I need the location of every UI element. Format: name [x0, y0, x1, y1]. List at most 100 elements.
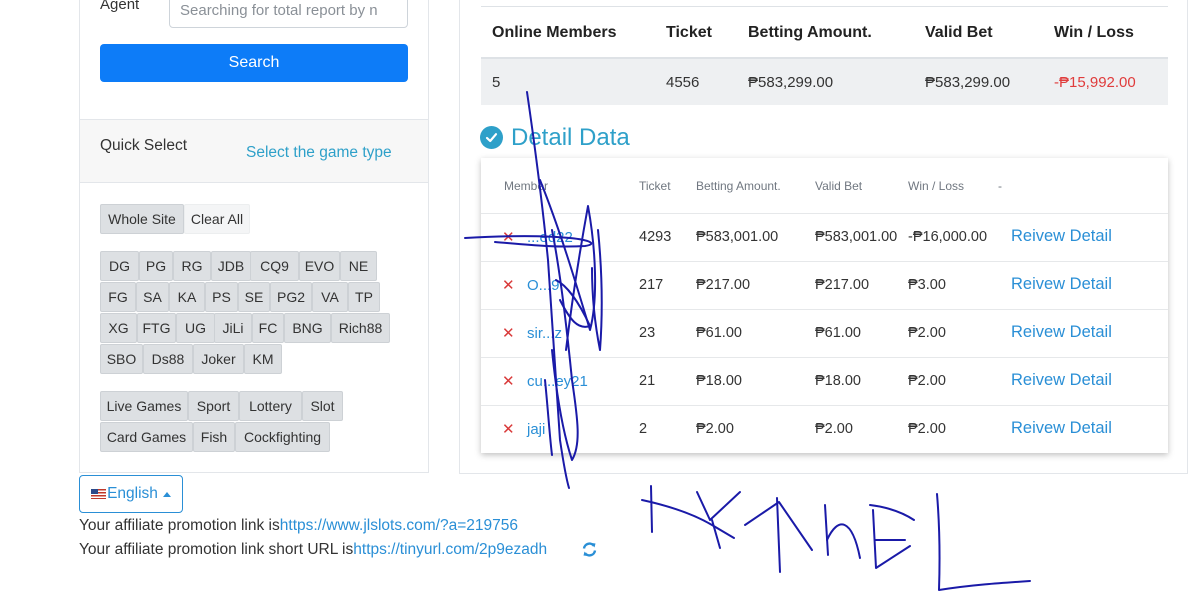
provider-button-sbo[interactable]: SBO	[100, 344, 143, 374]
detail-member-link[interactable]: O...9	[527, 277, 560, 294]
detail-valid-bet: ₱217.00	[815, 277, 870, 293]
provider-button-tp[interactable]: TP	[348, 282, 380, 312]
provider-button-bng[interactable]: BNG	[284, 313, 331, 343]
game-type-button-cockfighting[interactable]: Cockfighting	[235, 422, 330, 452]
detail-member-link[interactable]: ...ed22	[527, 229, 573, 246]
review-detail-link[interactable]: Reivew Detail	[1011, 227, 1112, 246]
summary-top-border	[481, 6, 1168, 7]
provider-button-sa[interactable]: SA	[136, 282, 169, 312]
game-type-button-live-games[interactable]: Live Games	[100, 391, 188, 421]
provider-button-cq9[interactable]: CQ9	[250, 251, 299, 281]
detail-header-ticket: Ticket	[639, 179, 671, 193]
provider-button-rg[interactable]: RG	[173, 251, 211, 281]
review-detail-link[interactable]: Reivew Detail	[1011, 323, 1112, 342]
us-flag-icon	[91, 489, 107, 499]
game-type-button-fish[interactable]: Fish	[193, 422, 235, 452]
game-type-button-lottery[interactable]: Lottery	[239, 391, 302, 421]
summary-header-win-loss: Win / Loss	[1054, 24, 1134, 41]
agent-label: Agent	[100, 0, 140, 13]
delete-icon[interactable]: ✕	[502, 420, 515, 438]
summary-valid-bet: ₱583,299.00	[925, 74, 1011, 91]
summary-ticket: 4556	[666, 74, 700, 91]
provider-button-ps[interactable]: PS	[205, 282, 238, 312]
provider-button-fc[interactable]: FC	[252, 313, 284, 343]
detail-win-loss: ₱2.00	[908, 373, 946, 389]
review-detail-link[interactable]: Reivew Detail	[1011, 419, 1112, 438]
delete-icon[interactable]: ✕	[502, 372, 515, 390]
detail-betting-amount: ₱583,001.00	[696, 229, 779, 245]
detail-header-win-loss: Win / Loss	[908, 179, 965, 193]
check-circle-icon	[480, 126, 503, 149]
provider-button-km[interactable]: KM	[244, 344, 282, 374]
promo-link-text: Your affiliate promotion link is	[79, 517, 280, 534]
whole-site-button[interactable]: Whole Site	[100, 204, 184, 234]
detail-member-link[interactable]: cu...ey21	[527, 373, 588, 390]
review-detail-link[interactable]: Reivew Detail	[1011, 371, 1112, 390]
provider-button-evo[interactable]: EVO	[299, 251, 340, 281]
provider-button-jdb[interactable]: JDB	[211, 251, 251, 281]
detail-row-divider	[481, 405, 1168, 406]
detail-member-link[interactable]: sir...z	[527, 325, 562, 342]
provider-button-xg[interactable]: XG	[100, 313, 137, 343]
clear-all-button[interactable]: Clear All	[184, 204, 250, 234]
provider-button-ka[interactable]: KA	[169, 282, 205, 312]
detail-win-loss: ₱3.00	[908, 277, 946, 293]
review-detail-link[interactable]: Reivew Detail	[1011, 275, 1112, 294]
delete-icon[interactable]: ✕	[502, 276, 515, 294]
provider-button-ug[interactable]: UG	[176, 313, 215, 343]
provider-button-ds88[interactable]: Ds88	[143, 344, 193, 374]
summary-win-loss: -₱15,992.00	[1054, 74, 1136, 91]
summary-header-online-members: Online Members	[492, 24, 617, 41]
detail-win-loss: ₱2.00	[908, 421, 946, 437]
game-type-button-slot[interactable]: Slot	[302, 391, 343, 421]
promo-link-line: Your affiliate promotion link ishttps://…	[79, 517, 518, 535]
delete-icon[interactable]: ✕	[502, 228, 515, 246]
provider-button-dg[interactable]: DG	[100, 251, 139, 281]
detail-row-divider	[481, 213, 1168, 214]
delete-icon[interactable]: ✕	[502, 324, 515, 342]
language-dropdown[interactable]: English	[79, 475, 183, 513]
summary-header-valid-bet: Valid Bet	[925, 24, 993, 41]
detail-win-loss: -₱16,000.00	[908, 229, 988, 245]
detail-betting-amount: ₱18.00	[696, 373, 742, 389]
provider-button-joker[interactable]: Joker	[193, 344, 244, 374]
detail-valid-bet: ₱18.00	[815, 373, 861, 389]
detail-ticket: 4293	[639, 229, 672, 245]
quick-select-title: Quick Select	[100, 137, 188, 154]
detail-data-title: Detail Data	[511, 124, 630, 151]
provider-button-fg[interactable]: FG	[100, 282, 136, 312]
detail-member-link[interactable]: jaji	[527, 421, 545, 438]
detail-valid-bet: ₱2.00	[815, 421, 853, 437]
detail-header-betting-amount: Betting Amount.	[696, 179, 781, 193]
provider-button-jili[interactable]: JiLi	[214, 313, 252, 343]
detail-betting-amount: ₱2.00	[696, 421, 734, 437]
provider-button-se[interactable]: SE	[238, 282, 270, 312]
provider-button-ftg[interactable]: FTG	[137, 313, 176, 343]
detail-betting-amount: ₱217.00	[696, 277, 751, 293]
detail-row-divider	[481, 261, 1168, 262]
detail-header-valid-bet: Valid Bet	[815, 179, 863, 193]
summary-betting-amount: ₱583,299.00	[748, 74, 834, 91]
agent-search-input[interactable]	[169, 0, 408, 28]
short-url-link[interactable]: https://tinyurl.com/2p9ezadh	[353, 541, 547, 558]
signature-stroke	[872, 509, 911, 569]
summary-header-betting-amount: Betting Amount.	[748, 24, 872, 41]
detail-valid-bet: ₱583,001.00	[815, 229, 898, 245]
detail-header-member: Member	[504, 179, 549, 193]
detail-ticket: 21	[639, 373, 656, 389]
signature-stroke	[650, 485, 653, 533]
search-button[interactable]: Search	[100, 44, 408, 82]
promo-link-url[interactable]: https://www.jlslots.com/?a=219756	[280, 517, 518, 534]
detail-row-divider	[481, 357, 1168, 358]
summary-online-members: 5	[492, 74, 501, 91]
provider-button-pg2[interactable]: PG2	[270, 282, 312, 312]
refresh-icon[interactable]	[581, 541, 598, 563]
provider-button-rich88[interactable]: Rich88	[331, 313, 390, 343]
game-type-button-sport[interactable]: Sport	[188, 391, 239, 421]
signature-stroke	[869, 504, 915, 521]
game-type-button-card-games[interactable]: Card Games	[100, 422, 193, 452]
provider-button-ne[interactable]: NE	[340, 251, 377, 281]
provider-button-pg[interactable]: PG	[139, 251, 173, 281]
provider-button-va[interactable]: VA	[312, 282, 348, 312]
select-game-type-link[interactable]: Select the game type	[246, 144, 392, 162]
